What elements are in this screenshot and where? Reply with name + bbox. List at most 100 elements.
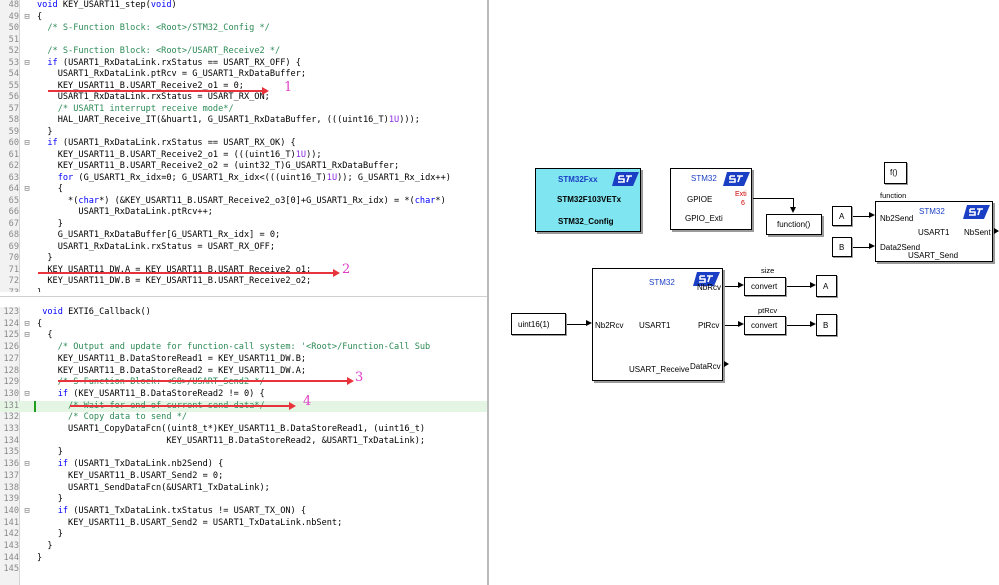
code-line-53[interactable]: 53 ⊟ if (USART1_RxDataLink.rxStatus == US… — [0, 58, 487, 70]
line-number: 142 — [3, 529, 19, 540]
code-line-49[interactable]: 49 ⊟ { — [0, 12, 487, 24]
code-line-129[interactable]: 129 /* S-Function Block: <S8>/USART_Send… — [0, 377, 487, 389]
stm32-config-block[interactable]: STM32Fxx STM32F103VETx STM32_Config — [535, 168, 641, 232]
data-store-read-a-label: A — [839, 212, 845, 221]
annotation-arrowhead-2 — [333, 269, 340, 277]
code-line-136[interactable]: 136 ⊟ if (USART1_TxDataLink.nb2Send) { — [0, 459, 487, 471]
code-line-137[interactable]: 137 KEY_USART11_B.USART_Send2 = 0; — [0, 471, 487, 483]
line-number: 133 — [3, 424, 19, 434]
code-line-145[interactable]: 145 — [0, 564, 487, 576]
uint16-constant-block[interactable]: uint16(1) — [511, 313, 566, 335]
fold-toggle-icon[interactable]: ⊟ — [22, 138, 32, 150]
fold-toggle-icon[interactable]: ⊟ — [22, 330, 32, 342]
code-text: /* Copy data to send */ — [68, 412, 188, 423]
gpio-exti-block[interactable]: STM32 GPIOE Exti 6 GPIO_Exti — [670, 168, 752, 230]
code-line-133[interactable]: 133 USART1_CopyDataFcn((uint8_t*)KEY_USA… — [0, 424, 487, 436]
code-text: for (G_USART1_Rx_idx=0; G_USART1_Rx_idx<… — [57, 172, 451, 183]
gpio-title: STM32 — [691, 174, 717, 183]
line-number: 68 — [8, 230, 19, 241]
fcall-icon-label: f() — [890, 168, 898, 177]
function-call-subsystem-block[interactable]: function() — [766, 214, 822, 235]
fold-toggle-icon[interactable]: ⊟ — [22, 506, 32, 518]
code-line-142[interactable]: 142 } — [0, 529, 487, 541]
code-line-56[interactable]: 56 USART1_RxDataLink.rxStatus = USART_RX… — [0, 92, 487, 104]
code-text: } — [37, 541, 53, 551]
data-store-read-b[interactable]: B — [832, 237, 852, 257]
code-line-143[interactable]: 143 } — [0, 541, 487, 553]
code-editor-bottom[interactable]: 123 void EXTI6_Callback() 124 ⊟{125 ⊟ {126 … — [0, 307, 487, 585]
signal-line — [725, 325, 739, 326]
code-line-141[interactable]: 141 KEY_USART11_B.USART_Send2 = USART1_T… — [0, 518, 487, 530]
convert-ptrcv-block[interactable]: convert — [744, 316, 786, 335]
code-line-70[interactable]: 70 } — [0, 253, 487, 265]
code-line-62[interactable]: 62 KEY_USART11_B.USART_Receive2_o2 = (ui… — [0, 161, 487, 173]
code-line-69[interactable]: 69 USART1_RxDataLink.rxStatus = USART_RX… — [0, 242, 487, 254]
fold-toggle-icon[interactable]: ⊟ — [22, 12, 32, 24]
code-line-59[interactable]: 59 } — [0, 127, 487, 139]
code-line-132[interactable]: 132 /* Copy data to send */ — [0, 412, 487, 424]
code-line-51[interactable]: 51 — [0, 35, 487, 47]
usart-receive-in: Nb2Rcv — [595, 321, 624, 330]
code-line-52[interactable]: 52 /* S-Function Block: <Root>/USART_Rec… — [0, 46, 487, 58]
config-mcu-label: STM32F103VETx — [557, 195, 622, 204]
code-line-73[interactable]: 73} — [0, 288, 487, 292]
data-store-read-a[interactable]: A — [832, 206, 852, 226]
code-line-124[interactable]: 124 ⊟ { — [0, 319, 487, 331]
line-number: 49 — [8, 11, 19, 22]
fold-toggle-icon[interactable]: ⊟ — [22, 184, 32, 196]
fcall-icon-block[interactable]: f() — [884, 162, 907, 184]
code-line-134[interactable]: 134 KEY_USART11_B.DataStoreRead2, &USART… — [0, 436, 487, 448]
code-line-60[interactable]: 60 ⊟ if (USART1_RxDataLink.rxStatus == US… — [0, 138, 487, 150]
code-line-126[interactable]: 126 /* Output and update for function-ca… — [0, 342, 487, 354]
code-line-50[interactable]: 50 /* S-Function Block: <Root>/STM32_Con… — [0, 23, 487, 35]
usart-send-block[interactable]: STM32 Nb2Send USART1 NbSent Data2Send US… — [875, 201, 993, 262]
fold-toggle-icon[interactable]: ⊟ — [22, 319, 32, 331]
code-line-140[interactable]: 140 ⊟ if (USART1_TxDataLink.txStatus != U… — [0, 506, 487, 518]
line-number: 125 — [3, 330, 19, 341]
fold-toggle-icon[interactable]: ⊟ — [22, 58, 32, 70]
code-line-66[interactable]: 66 USART1_RxDataLink.ptRcv++; — [0, 207, 487, 219]
code-text: G_USART1_RxDataBuffer[G_USART1_Rx_idx] =… — [37, 230, 281, 241]
code-line-128[interactable]: 128 KEY_USART11_B.DataStoreRead2 = KEY_U… — [0, 366, 487, 378]
data-store-write-a[interactable]: A — [816, 275, 837, 297]
line-number: 70 — [8, 253, 19, 264]
code-line-139[interactable]: 139 } — [0, 494, 487, 506]
convert-size-label: convert — [751, 282, 778, 291]
line-number: 140 — [3, 505, 19, 516]
code-line-71[interactable]: 71 KEY_USART11_DW.A = KEY_USART11_B.USAR… — [0, 265, 487, 277]
fold-toggle-icon[interactable]: ⊟ — [22, 459, 32, 471]
convert-size-block[interactable]: convert — [744, 277, 786, 296]
code-editor-top[interactable]: 48 void KEY_USART11_step(void) 49 ⊟{50 /* S… — [0, 0, 487, 292]
code-line-58[interactable]: 58 HAL_UART_Receive_IT(&huart1, G_USART1… — [0, 115, 487, 127]
code-line-144[interactable]: 144} — [0, 553, 487, 565]
code-line-64[interactable]: 64 ⊟ { — [0, 184, 487, 196]
code-text: /* S-Function Block: <Root>/USART_Receiv… — [47, 46, 281, 57]
code-line-123[interactable]: 123 void EXTI6_Callback() — [0, 307, 487, 319]
code-line-57[interactable]: 57 /* USART1 interrupt receive mode*/ — [0, 104, 487, 116]
fold-toggle-icon[interactable]: ⊟ — [22, 389, 32, 401]
line-number: 48 — [8, 0, 19, 10]
code-line-135[interactable]: 135 } — [0, 447, 487, 459]
code-line-48[interactable]: 48 void KEY_USART11_step(void) — [0, 0, 487, 12]
code-line-54[interactable]: 54 USART1_RxDataLink.ptRcv = G_USART1_Rx… — [0, 69, 487, 81]
code-line-67[interactable]: 67 } — [0, 219, 487, 231]
line-number: 141 — [3, 517, 19, 528]
output-port — [994, 228, 999, 234]
convert-ptrcv-name: ptRcv — [758, 306, 778, 315]
code-line-63[interactable]: 63 for (G_USART1_Rx_idx=0; G_USART1_Rx_i… — [0, 173, 487, 185]
simulink-canvas[interactable]: STM32Fxx STM32F103VETx STM32_Config STM3… — [489, 0, 999, 585]
data-store-write-b[interactable]: B — [816, 314, 837, 336]
code-line-125[interactable]: 125 ⊟ { — [0, 330, 487, 342]
code-line-130[interactable]: 130 ⊟ if (KEY_USART11_B.DataStoreRead2 !=… — [0, 389, 487, 401]
code-line-138[interactable]: 138 USART1_SendDataFcn(&USART1_TxDataLin… — [0, 483, 487, 495]
config-name-label: STM32_Config — [558, 217, 614, 226]
code-text: if (USART1_RxDataLink.rxStatus == USART_… — [47, 57, 301, 68]
usart-receive-block[interactable]: STM32 NbRcv Nb2Rcv USART1 PtRcv DataRcv … — [592, 268, 723, 381]
signal-line — [787, 325, 811, 326]
code-line-61[interactable]: 61 KEY_USART11_B.USART_Receive2_o1 = (((… — [0, 150, 487, 162]
code-line-68[interactable]: 68 G_USART1_RxDataBuffer[G_USART1_Rx_idx… — [0, 230, 487, 242]
code-line-72[interactable]: 72 KEY_USART11_DW.B = KEY_USART11_B.USAR… — [0, 276, 487, 288]
code-line-127[interactable]: 127 KEY_USART11_B.DataStoreRead1 = KEY_U… — [0, 354, 487, 366]
code-line-65[interactable]: 65 *(char*) (&KEY_USART11_B.USART_Receiv… — [0, 196, 487, 208]
code-text: KEY_USART11_B.USART_Send2 = USART1_TxDat… — [37, 517, 343, 528]
